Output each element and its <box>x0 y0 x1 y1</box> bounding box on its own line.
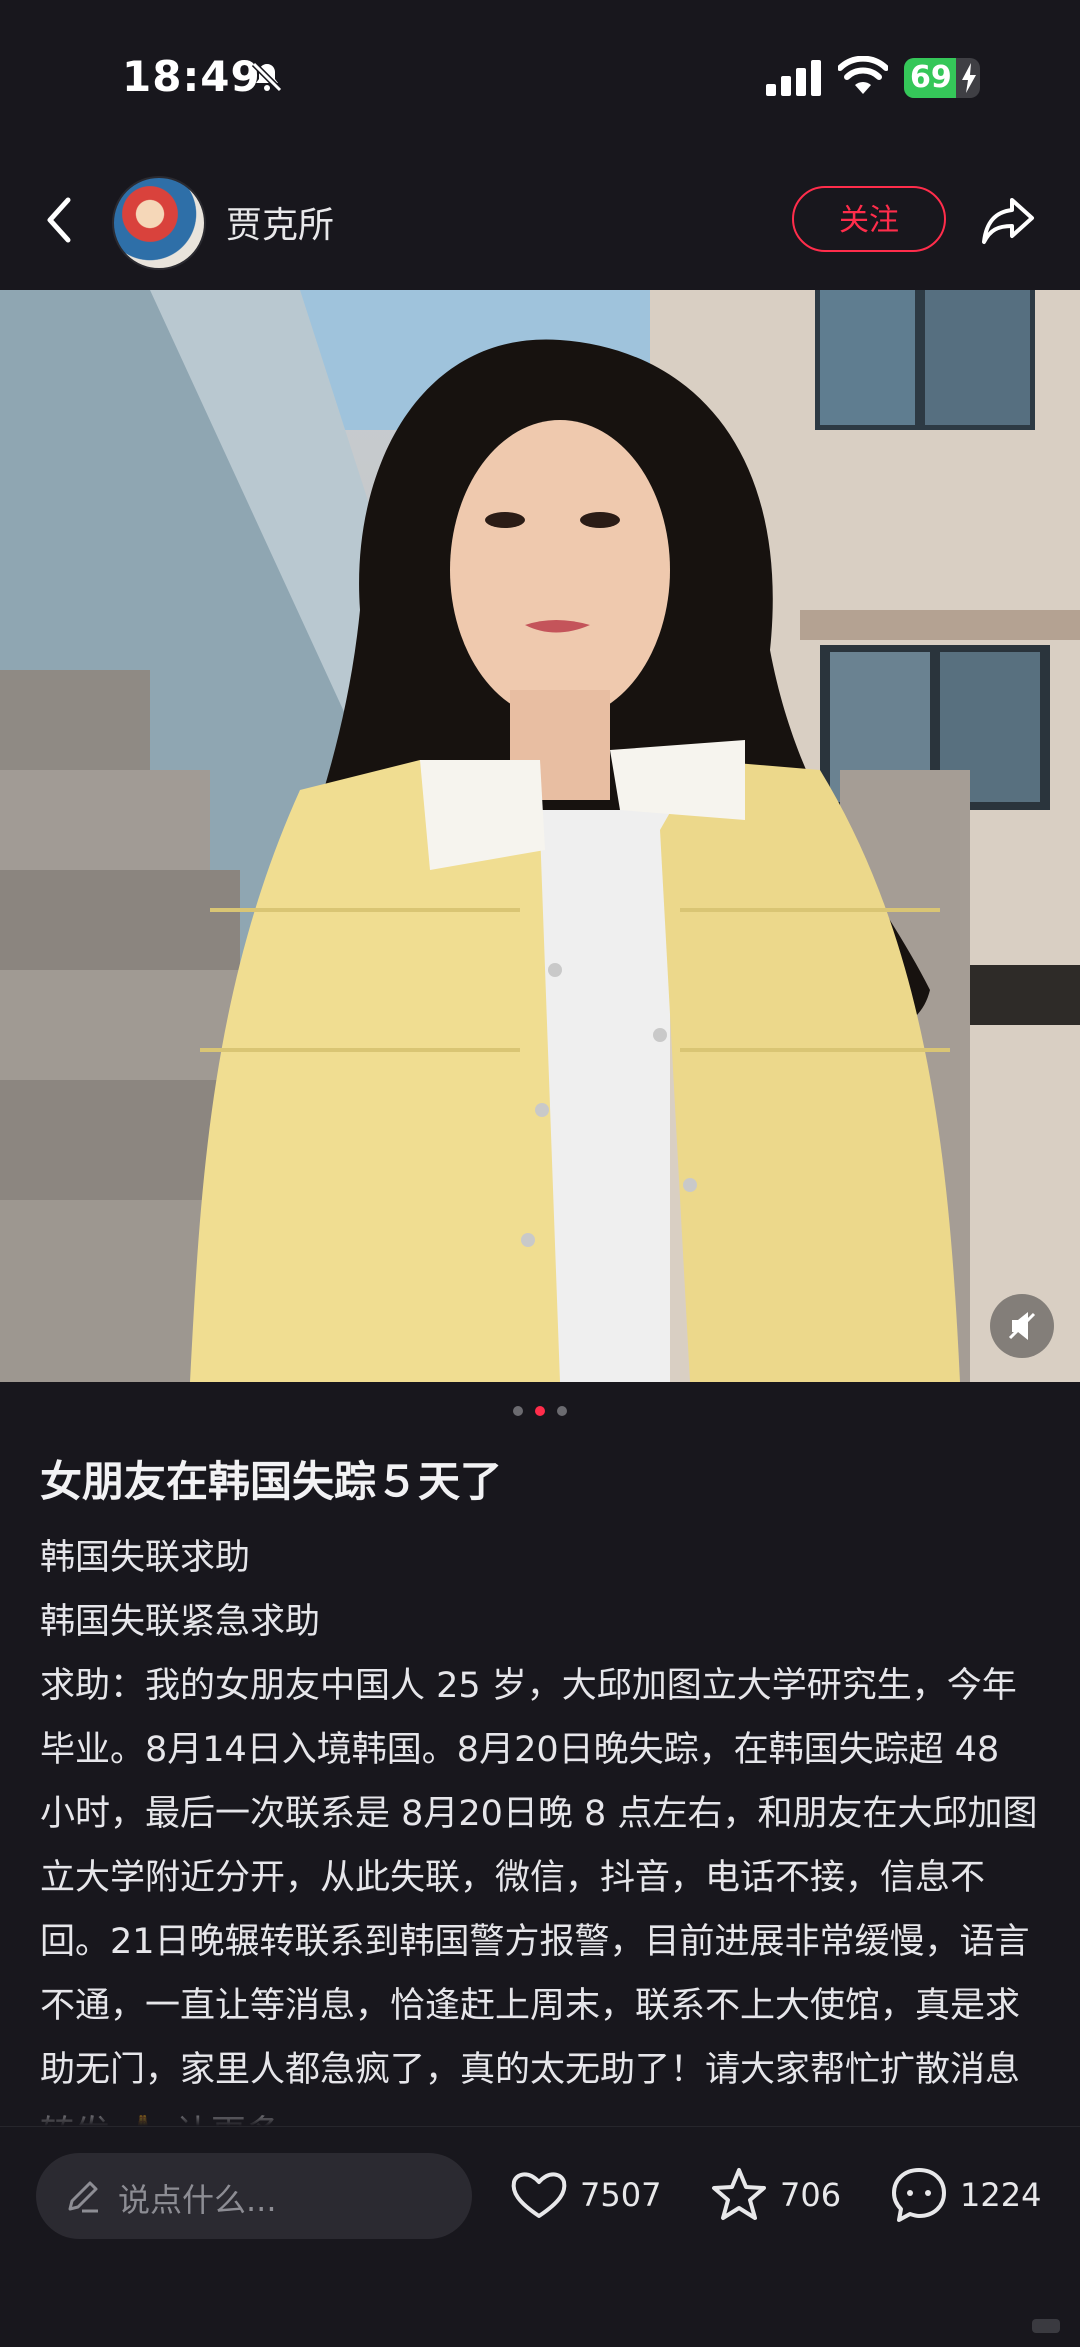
post-paragraph: 韩国失联求助 <box>40 1538 251 1578</box>
cellular-signal-icon <box>766 60 821 96</box>
battery-charging-icon <box>962 63 976 93</box>
share-icon[interactable] <box>978 190 1038 250</box>
pagination-dot <box>513 1406 523 1416</box>
like-button[interactable]: 7507 <box>508 2163 661 2227</box>
comment-count: 1224 <box>960 2176 1042 2214</box>
wifi-icon <box>838 56 888 94</box>
comment-bubble-icon <box>892 2168 946 2222</box>
home-indicator <box>1032 2319 1060 2333</box>
post-body: 韩国失联求助 韩国失联紧急求助 求助：我的女朋友中国人 25 岁，大邱加图立大学… <box>40 1526 1044 2126</box>
pencil-icon <box>68 2181 98 2213</box>
favorite-button[interactable]: 706 <box>708 2163 841 2227</box>
comment-placeholder: 说点什么... <box>118 2181 277 2219</box>
post-image[interactable] <box>0 290 1080 1382</box>
star-icon <box>712 2168 766 2220</box>
volume-button[interactable] <box>990 1294 1054 1358</box>
speaker-icon <box>1008 1312 1036 1340</box>
bottom-action-bar: 说点什么... 7507 706 1224 <box>0 2126 1080 2347</box>
follow-button[interactable]: 关注 <box>792 186 946 252</box>
post-paragraph: 韩国失联紧急求助 <box>40 1602 321 1642</box>
comment-input[interactable]: 说点什么... <box>36 2153 472 2239</box>
text-fade <box>0 2100 1080 2126</box>
heart-icon <box>511 2172 567 2218</box>
battery-indicator: 69 <box>904 58 980 98</box>
author-name[interactable]: 贾克所 <box>226 196 334 248</box>
image-pagination <box>0 1406 1080 1416</box>
post-title: 女朋友在韩国失踪５天了 <box>40 1457 503 1506</box>
photo-illustration <box>0 290 1080 1382</box>
like-count: 7507 <box>580 2176 662 2214</box>
battery-percent: 69 <box>910 60 952 95</box>
pagination-dot <box>535 1406 545 1416</box>
favorite-count: 706 <box>780 2176 842 2214</box>
status-bar: 18:49 69 <box>0 0 1080 160</box>
top-nav: 贾克所 关注 <box>0 160 1080 290</box>
bell-slash-icon <box>251 61 283 93</box>
status-time: 18:49 <box>122 52 261 101</box>
post-detail-screen: 18:49 69 贾克所 关注 女朋友在韩国失踪５天了 韩国失联求助 韩国失联紧… <box>0 0 1080 2347</box>
pagination-dot <box>557 1406 567 1416</box>
comment-button[interactable]: 1224 <box>888 2163 1041 2227</box>
back-arrow-icon[interactable] <box>40 190 80 250</box>
author-avatar[interactable] <box>112 176 206 270</box>
post-paragraph: 求助：我的女朋友中国人 25 岁，大邱加图立大学研究生，今年毕业。8月14日入境… <box>40 1666 1038 2126</box>
